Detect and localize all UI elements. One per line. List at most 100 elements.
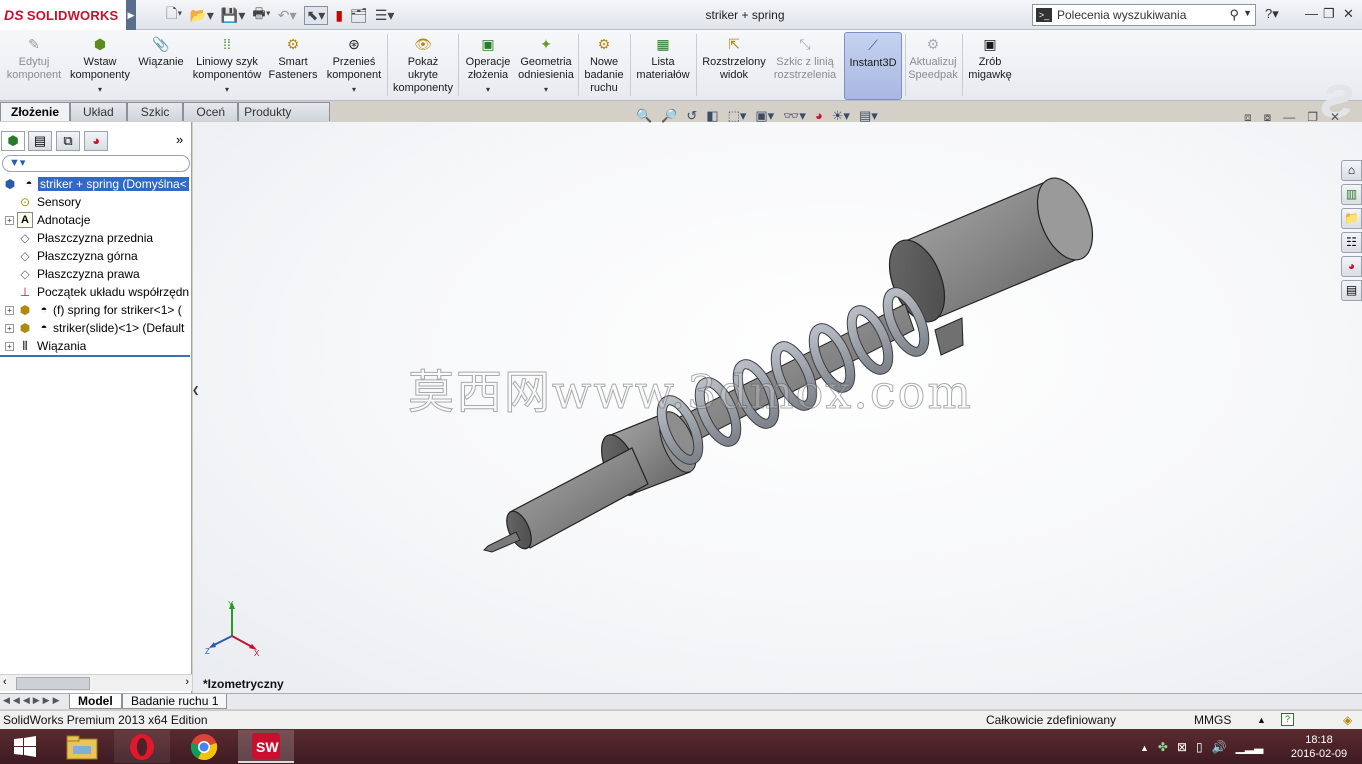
insert-components-button[interactable]: ⬢ Wstaw komponenty ▾ [66,32,134,100]
select-cursor-icon[interactable]: ⬉▾ [303,5,329,25]
close-document-icon[interactable]: ✕ [1330,110,1340,125]
edit-appearance-icon[interactable]: ◕ [815,108,823,128]
chrome-browser-icon[interactable] [176,730,232,763]
network-shield-icon[interactable]: ✤ [1158,740,1168,756]
display-manager-icon[interactable]: ◕ [84,131,108,151]
solidworks-logo[interactable]: DS SOLIDWORKS [0,0,126,30]
solidworks-taskbar-icon[interactable]: SW [238,730,294,763]
opera-browser-icon[interactable] [114,730,170,763]
smart-fasteners-button[interactable]: ⚙ Smart Fasteners [266,32,320,100]
minimize-document-icon[interactable]: — [1283,110,1295,125]
tree-item-top-plane[interactable]: ◇ Płaszczyzna górna [0,247,192,265]
tree-item-front-plane[interactable]: ◇ Płaszczyzna przednia [0,229,192,247]
search-icon[interactable]: ⚲ [1229,7,1239,23]
undo-icon[interactable]: ↶▾ [278,7,297,24]
speaker-volume-icon[interactable]: 🔊 [1212,740,1227,756]
design-library-icon[interactable]: ▥ [1341,184,1362,205]
display-style-icon[interactable]: ▣▾ [755,108,774,128]
chevron-down-icon[interactable]: ▾ [352,83,356,96]
open-folder-icon[interactable]: 📂▾ [189,7,213,24]
configuration-manager-icon[interactable]: ⧉ [56,131,80,151]
new-document-icon[interactable]: 🗋▾ [166,3,182,27]
rebuild-icon[interactable]: ▮ [335,7,343,24]
show-hidden-components-button[interactable]: 👁 Pokaż ukryte komponenty [390,32,456,100]
unit-system-label[interactable]: MMGS [1194,711,1231,729]
scroll-left-icon[interactable]: ‹ [3,676,7,688]
update-speedpak-button[interactable]: ⚙ Aktualizuj Speedpak [906,32,960,100]
print-icon[interactable]: 🖶▾ [252,3,270,27]
tree-item-sensors[interactable]: ⊙ Sensory [0,193,192,211]
signal-bars-icon[interactable]: ▁▂▃ [1236,740,1264,756]
apply-scene-icon[interactable]: ☀▾ [832,108,850,128]
linear-component-pattern-button[interactable]: ⁞⁞ Liniowy szyk komponentów ▾ [188,32,266,100]
chevron-down-icon[interactable]: ▾ [544,83,548,96]
feature-manager-tree-icon[interactable]: ⬢ [1,131,25,151]
chevron-down-icon[interactable]: ▾ [486,83,490,96]
instant3d-button[interactable]: ⟋ Instant3D [844,32,902,100]
bill-of-materials-button[interactable]: ▦ Lista materiałów [632,32,694,100]
restore-document-icon[interactable]: ❐ [1307,110,1318,125]
tree-item-striker-component[interactable]: + ⬢ ◓ striker(slide)<1> (Default [0,319,192,337]
take-snapshot-button[interactable]: ▣ Zrób migawkę [964,32,1016,100]
section-view-icon[interactable]: ◧ [706,108,718,128]
help-icon[interactable]: ?▾ [1265,6,1279,22]
expand-plus-icon[interactable]: + [5,305,14,315]
edit-component-button[interactable]: ✎ Edytuj komponent [4,32,64,100]
scrollbar-thumb[interactable] [16,677,90,690]
zoom-to-area-icon[interactable]: 🔎 [661,108,677,128]
property-manager-icon[interactable]: ▤ [28,131,52,151]
file-explorer-icon[interactable]: 📁 [1341,208,1362,229]
explode-line-sketch-button[interactable]: ⤡ Szkic z linią rozstrzelenia [772,32,838,100]
tab-motion-study-1[interactable]: Badanie ruchu 1 [122,694,228,709]
chevron-down-icon[interactable]: ▾ [98,83,102,96]
show-hidden-icons-icon[interactable]: ▲ [1140,740,1149,756]
expand-plus-icon[interactable]: + [5,323,14,333]
tab-layout[interactable]: Układ [70,102,127,121]
zoom-to-fit-icon[interactable]: 🔍 [636,108,652,128]
chevron-up-icon[interactable]: ▲ [1257,711,1266,729]
move-component-button[interactable]: ⊛ Przenieś komponent ▾ [322,32,386,100]
expand-plus-icon[interactable]: + [5,215,14,225]
rebuild-status-icon[interactable]: ◈ [1343,711,1352,729]
tile-vertical-icon[interactable]: ⧇ [1264,110,1272,125]
tree-item-annotations[interactable]: + A Adnotacje [0,211,192,229]
tree-item-right-plane[interactable]: ◇ Płaszczyzna prawa [0,265,192,283]
previous-view-icon[interactable]: ↺ [686,108,697,128]
double-chevron-right-icon[interactable]: » [176,132,183,147]
tab-nav-arrows-icon[interactable]: ◀◀◀▶▶▶ [3,695,63,706]
windows-start-icon[interactable] [0,730,50,763]
view-palette-icon[interactable]: ☷ [1341,232,1362,253]
solidworks-resources-icon[interactable]: ⌂ [1341,160,1362,181]
panel-horizontal-scrollbar[interactable]: ‹ › [0,674,192,691]
tab-model[interactable]: Model [69,694,122,709]
tab-evaluate[interactable]: Oceń [183,102,239,121]
taskbar-clock[interactable]: 18:18 2016-02-09 [1288,733,1350,761]
panel-collapse-handle[interactable]: ❮ [192,385,200,413]
tree-item-origin[interactable]: ⊥ Początek układu współrzędn [0,283,192,301]
tab-sketch[interactable]: Szkic [126,102,184,121]
rollback-bar[interactable] [0,355,190,357]
search-input[interactable]: >_ Polecenia wyszukiwania ⚲ ▼ [1032,4,1256,26]
tree-item-mates[interactable]: + ⫴ Wiązania [0,337,192,355]
chevron-down-icon[interactable]: ▼ [1243,8,1252,18]
reference-geometry-button[interactable]: ✦ Geometria odniesienia ▾ [516,32,576,100]
menu-expand-arrow-icon[interactable]: ▶ [126,0,136,30]
help-question-icon[interactable]: ? [1281,713,1294,726]
striker-shaft[interactable] [483,447,649,553]
view-orientation-icon[interactable]: ⬚▾ [728,108,747,128]
battery-icon[interactable]: ▯ [1196,740,1203,756]
tree-filter-input[interactable]: ▼▾ [2,155,190,172]
hide-show-items-icon[interactable]: 👓▾ [783,108,806,128]
scroll-right-icon[interactable]: › [185,676,189,688]
expand-plus-icon[interactable]: + [5,341,14,351]
minimize-window-button[interactable]: — [1305,6,1318,21]
restore-window-button[interactable]: ❐ [1323,6,1335,22]
file-properties-icon[interactable]: 🗂 [350,7,368,24]
tab-assembly[interactable]: Złożenie [0,102,71,121]
tile-horizontal-icon[interactable]: ⧈ [1244,110,1252,125]
appearances-scenes-icon[interactable]: ◕ [1341,256,1362,277]
assembly-features-button[interactable]: ▣ Operacje złożenia ▾ [461,32,515,100]
view-settings-icon[interactable]: ▤▾ [859,108,878,128]
close-window-button[interactable]: ✕ [1343,6,1354,22]
wifi-off-icon[interactable]: ⊠ [1177,740,1187,756]
